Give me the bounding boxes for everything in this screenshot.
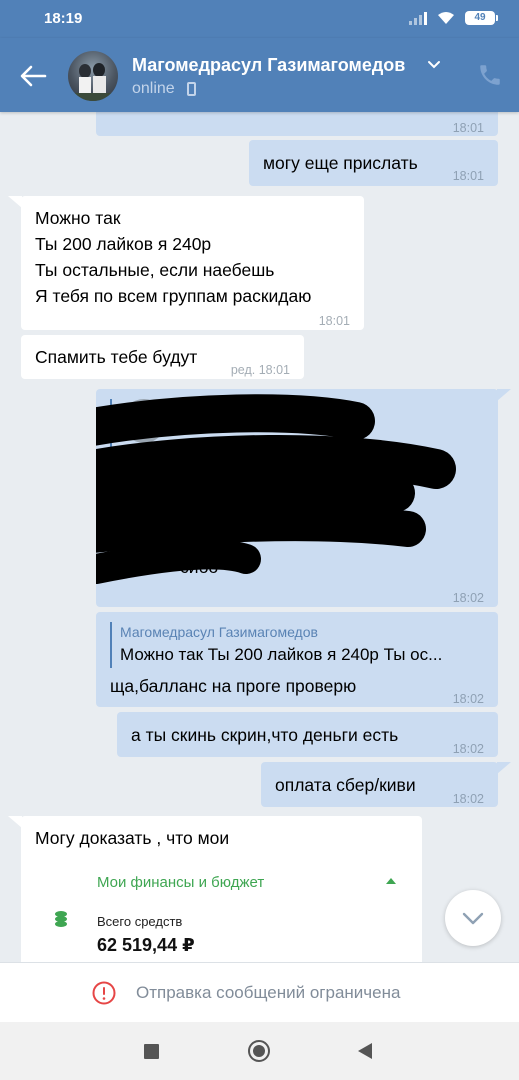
message-text: а ты скинь скрин,что деньги есть: [131, 725, 399, 745]
message-time: 18:02: [452, 692, 484, 706]
chat-header: Магомедрасул Газимагомедов online: [0, 38, 519, 112]
warning-icon: [92, 981, 116, 1005]
message-text: оплата сбер/киви: [275, 775, 416, 795]
redaction-scribble: [96, 394, 456, 584]
back-arrow-icon[interactable]: [18, 61, 48, 91]
battery-level: 49: [474, 12, 486, 23]
message-line: Ты остальные, если наебешь: [35, 260, 275, 280]
mobile-icon: [187, 82, 196, 96]
message-outgoing[interactable]: Магомедрасул Газимагомедов Можно так Ты …: [96, 612, 498, 707]
status-icons: 49: [409, 11, 498, 25]
finance-title: Мои финансы и бюджет: [97, 874, 265, 891]
avatar[interactable]: [68, 51, 118, 101]
message-text: Можно так Ты 200 лайков я 240р Ты осталь…: [35, 205, 311, 309]
message-line: Ты 200 лайков я 240р: [35, 234, 212, 254]
coins-icon: [55, 911, 67, 927]
message-text: Спамить тебе будут: [35, 347, 198, 367]
message-outgoing[interactable]: могу еще прислать 18:01: [249, 140, 498, 186]
messaging-restricted-bar: Отправка сообщений ограничена: [0, 962, 519, 1022]
bubble-tail: [497, 389, 511, 401]
message-outgoing[interactable]: оплата сбер/киви 18:02: [261, 762, 498, 807]
message-time: 18:01: [318, 314, 350, 328]
recent-apps-button[interactable]: [144, 1044, 159, 1059]
message-text: Могу доказать , что мои: [35, 828, 230, 848]
message-line: Я тебя по всем группам раскидаю: [35, 286, 312, 306]
bubble-tail: [8, 196, 22, 208]
message-text: могу еще прислать: [263, 153, 418, 173]
system-back-button[interactable]: [358, 1043, 372, 1059]
reply-quote[interactable]: Магомедрасул Газимагомедов Можно так Ты …: [110, 622, 442, 668]
scroll-down-button[interactable]: [445, 890, 501, 946]
scroll-down-icon: [462, 912, 484, 925]
message-incoming[interactable]: Можно так Ты 200 лайков я 240р Ты осталь…: [21, 196, 364, 330]
message-incoming[interactable]: Спамить тебе будут ред. 18:01: [21, 335, 304, 379]
reply-author: Магомедрасул Газимагомедов: [120, 624, 318, 640]
battery-icon: 49: [465, 11, 498, 25]
reply-text: Можно так Ты 200 лайков я 240р Ты ос...: [120, 645, 443, 664]
message-line: Можно так: [35, 208, 121, 228]
chevron-down-icon[interactable]: [427, 58, 441, 72]
phone-icon[interactable]: [477, 62, 503, 88]
status-bar: 18:19 49: [0, 0, 519, 38]
message-time: 18:02: [452, 792, 484, 806]
message-time: ред. 18:01: [230, 363, 290, 377]
message-outgoing[interactable]: а ты скинь скрин,что деньги есть 18:02: [117, 712, 498, 757]
message-outgoing-redacted[interactable]: сибо 18:02: [96, 389, 498, 607]
signal-icon: [409, 11, 427, 25]
message-incoming[interactable]: Могу доказать , что мои Мои финансы и бю…: [21, 816, 422, 962]
wifi-icon: [438, 12, 454, 24]
message-time: 18:02: [452, 742, 484, 756]
contact-status: online: [132, 80, 175, 97]
home-button[interactable]: [248, 1040, 270, 1062]
status-time: 18:19: [44, 10, 83, 27]
message-text: ща,балланс на проге проверю: [110, 676, 357, 696]
message-outgoing[interactable]: 18:01: [96, 112, 498, 136]
message-time: 18:01: [452, 121, 484, 135]
finance-amount: 62 519,44 ₽: [97, 935, 195, 955]
bubble-tail: [8, 816, 22, 828]
caret-up-icon: [386, 878, 396, 884]
chat-history[interactable]: 18:01 могу еще прислать 18:01 Можно так …: [0, 112, 519, 962]
contact-name[interactable]: Магомедрасул Газимагомедов: [132, 55, 405, 76]
system-nav-bar: [0, 1022, 519, 1080]
message-time: 18:01: [452, 169, 484, 183]
restriction-text: Отправка сообщений ограничена: [136, 983, 401, 1002]
bubble-tail: [497, 762, 511, 774]
